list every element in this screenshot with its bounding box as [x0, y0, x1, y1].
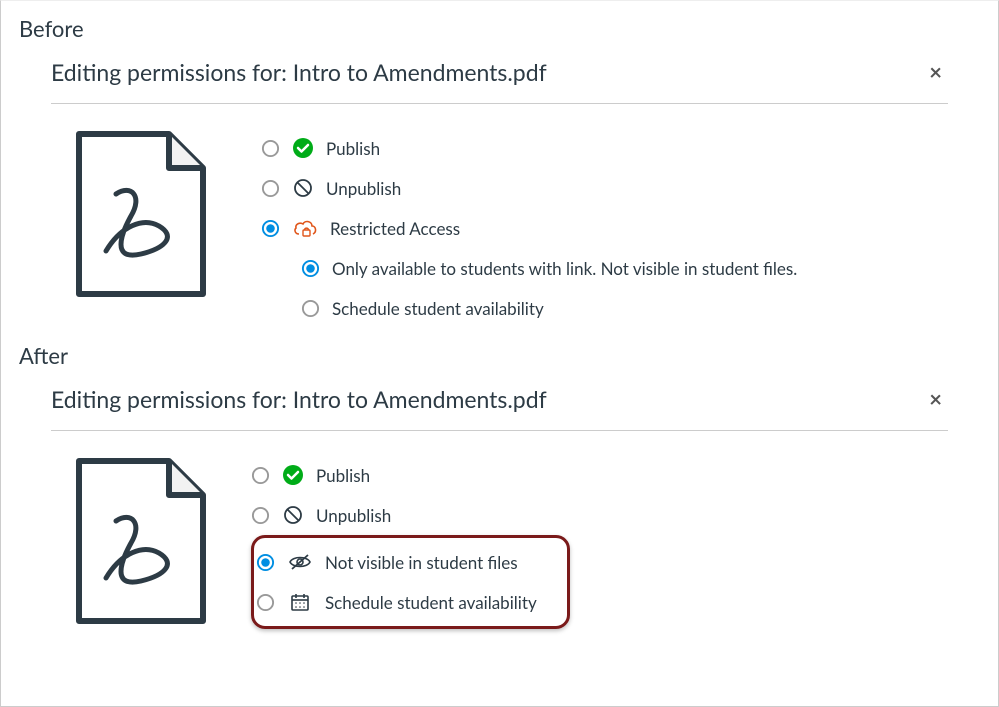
- highlight-callout: Not visible in student files: [251, 535, 570, 629]
- radio-unselected-icon: [261, 139, 280, 158]
- calendar-icon: [287, 591, 313, 613]
- radio-unselected-icon: [261, 179, 280, 198]
- pdf-file-icon: [51, 451, 191, 633]
- comparison-container: Before Editing permissions for: Intro to…: [0, 0, 999, 707]
- checkmark-circle-icon: [292, 137, 314, 159]
- before-heading: Before: [11, 1, 988, 50]
- radio-unselected-icon: [256, 593, 275, 612]
- after-options: Publish Unpublish: [251, 451, 948, 633]
- option-unpublish[interactable]: Unpublish: [251, 495, 948, 535]
- after-panel-body: Publish Unpublish: [51, 431, 948, 633]
- cloud-lock-icon: [292, 217, 318, 239]
- option-unpublish[interactable]: Unpublish: [261, 168, 948, 208]
- close-icon[interactable]: ×: [923, 381, 948, 416]
- ban-icon: [292, 177, 314, 199]
- before-panel-header: Editing permissions for: Intro to Amendm…: [51, 50, 948, 104]
- option-restricted-label: Restricted Access: [330, 218, 460, 239]
- radio-unselected-icon: [301, 299, 320, 318]
- after-panel: Editing permissions for: Intro to Amendm…: [11, 377, 988, 633]
- option-link-only-label: Only available to students with link. No…: [332, 258, 797, 279]
- option-schedule-label: Schedule student availability: [332, 298, 544, 319]
- radio-unselected-icon: [251, 506, 270, 525]
- option-publish-label: Publish: [316, 465, 370, 486]
- eye-slash-icon: [287, 551, 313, 573]
- before-options: Publish Unpublish: [261, 124, 948, 328]
- ban-icon: [282, 504, 304, 526]
- before-panel-body: Publish Unpublish: [51, 104, 948, 328]
- option-publish-label: Publish: [326, 138, 380, 159]
- option-unpublish-label: Unpublish: [326, 178, 401, 199]
- before-panel: Editing permissions for: Intro to Amendm…: [11, 50, 988, 328]
- option-publish[interactable]: Publish: [261, 128, 948, 168]
- option-not-visible-label: Not visible in student files: [325, 552, 518, 573]
- option-publish[interactable]: Publish: [251, 455, 948, 495]
- after-panel-header: Editing permissions for: Intro to Amendm…: [51, 377, 948, 431]
- option-schedule[interactable]: Schedule student availability: [256, 582, 537, 622]
- before-panel-title: Editing permissions for: Intro to Amendm…: [51, 58, 547, 86]
- close-icon[interactable]: ×: [923, 54, 948, 89]
- radio-selected-icon: [256, 553, 275, 572]
- option-not-visible[interactable]: Not visible in student files: [256, 542, 537, 582]
- option-unpublish-label: Unpublish: [316, 505, 391, 526]
- option-schedule[interactable]: Schedule student availability: [261, 288, 948, 328]
- pdf-file-icon: [51, 124, 191, 328]
- radio-selected-icon: [261, 219, 280, 238]
- after-panel-title: Editing permissions for: Intro to Amendm…: [51, 385, 547, 413]
- option-link-only[interactable]: Only available to students with link. No…: [261, 248, 948, 288]
- radio-unselected-icon: [251, 466, 270, 485]
- option-restricted[interactable]: Restricted Access: [261, 208, 948, 248]
- after-heading: After: [11, 328, 988, 377]
- option-schedule-label: Schedule student availability: [325, 592, 537, 613]
- checkmark-circle-icon: [282, 464, 304, 486]
- radio-selected-icon: [301, 259, 320, 278]
